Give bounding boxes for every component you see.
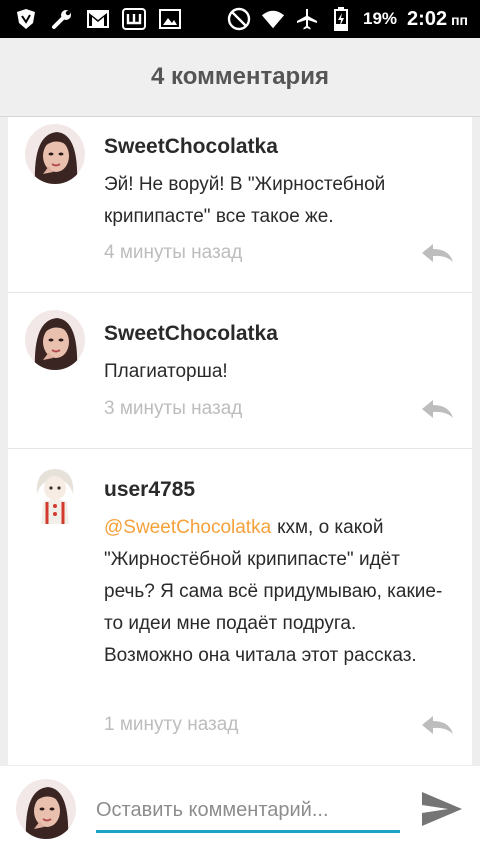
avatar-dark-hair-woman-image [16,779,76,839]
comment-text-body: кхм, о какой "Жирностёбной крипипасте" и… [104,517,443,666]
comment-composer [0,766,480,854]
avatar-dark-hair-woman-image [25,124,85,184]
send-icon[interactable] [418,786,464,832]
airplane-icon [295,7,319,31]
comment-text: @SweetChocolatka кхм, о какой "Жирностёбн… [104,512,449,672]
avatar-anime-character-image [25,464,85,524]
image-icon [158,7,182,31]
comment-item: SweetChocolatka Плагиаторша! 3 минуты на… [8,292,472,449]
do-not-disturb-icon [227,7,251,31]
avatar[interactable] [25,464,85,524]
wrench-icon [50,7,74,31]
app-w-icon [122,7,146,31]
comment-timestamp: 1 минуту назад [104,714,239,735]
reply-icon[interactable] [420,398,454,420]
page-title: 4 комментария [151,63,329,90]
comment-author[interactable]: SweetChocolatka [104,322,278,346]
avatar-dark-hair-woman-image [25,310,85,370]
gmail-icon [86,7,110,31]
comment-author[interactable]: SweetChocolatka [104,135,278,159]
comment-text: Эй! Не воруй! В "Жирностебной крипипасте… [104,174,386,227]
comments-list[interactable]: SweetChocolatka Эй! Не воруй! В "Жирност… [8,117,472,765]
avatar[interactable] [25,310,85,370]
clock-time: 2:02 [407,7,448,30]
clock: 2:02 пп [407,8,468,31]
avatar[interactable] [25,124,85,184]
avatar [16,779,76,839]
reply-icon[interactable] [420,714,454,736]
comment-input[interactable] [96,790,400,833]
comment-item: SweetChocolatka Эй! Не воруй! В "Жирност… [8,117,472,293]
reply-icon[interactable] [420,242,454,264]
battery-percent: 19% [363,9,398,28]
comment-item: user4785 @SweetChocolatka кхм, о какой "Ж… [8,448,472,765]
battery-charging-icon [329,7,353,31]
comment-author[interactable]: user4785 [104,478,195,502]
header: 4 комментария [0,38,480,117]
wifi-icon [261,7,285,31]
mention-link[interactable]: @SweetChocolatka [104,517,271,538]
comment-text: Плагиаторша! [104,361,228,382]
comment-timestamp: 4 минуты назад [104,242,243,263]
comment-timestamp: 3 минуты назад [104,398,243,419]
shield-icon [14,7,38,31]
clock-ampm: пп [451,11,468,28]
status-bar: 19% 2:02 пп [0,0,480,38]
